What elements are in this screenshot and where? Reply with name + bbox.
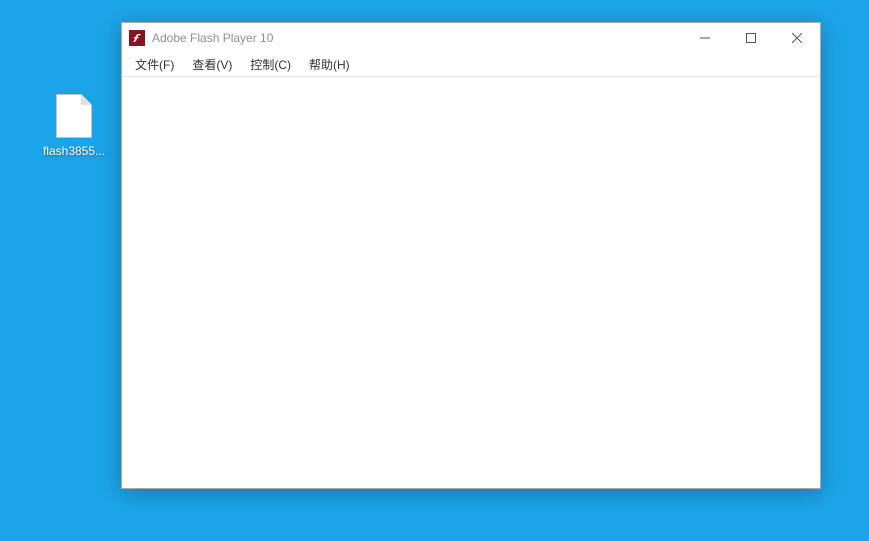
maximize-button[interactable] [728,23,774,53]
menu-view[interactable]: 查看(V) [185,54,239,75]
flash-player-window: Adobe Flash Player 10 文件(F) 查看(V) 控制(C) … [121,22,821,489]
menu-control[interactable]: 控制(C) [243,54,298,75]
minimize-button[interactable] [682,23,728,53]
file-icon [56,94,92,138]
content-area [122,77,820,488]
menu-help[interactable]: 帮助(H) [302,54,357,75]
flash-app-icon [129,30,145,46]
titlebar[interactable]: Adobe Flash Player 10 [122,23,820,53]
desktop-file-icon[interactable]: flash3855... [44,94,104,158]
desktop-icon-label: flash3855... [43,144,105,158]
window-title: Adobe Flash Player 10 [152,31,682,45]
menubar: 文件(F) 查看(V) 控制(C) 帮助(H) [122,53,820,77]
window-controls [682,23,820,53]
close-button[interactable] [774,23,820,53]
menu-file[interactable]: 文件(F) [128,54,181,75]
